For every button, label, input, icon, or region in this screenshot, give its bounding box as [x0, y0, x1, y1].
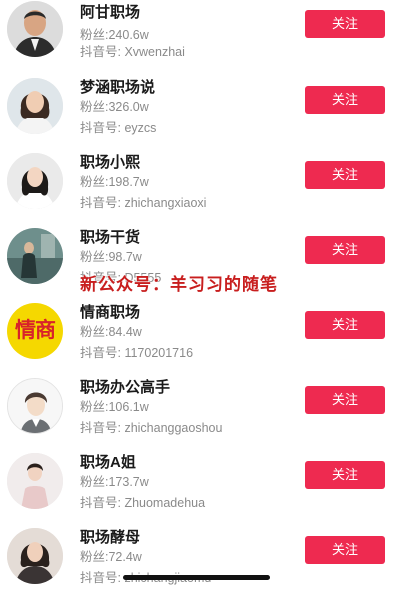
account-name: 梦涵职场说	[80, 79, 156, 96]
account-name: 职场A姐	[80, 454, 136, 471]
fans-count: 粉丝:72.4w	[80, 550, 142, 564]
follow-button[interactable]: 关注	[305, 161, 385, 189]
list-item[interactable]: 职场酵母 粉丝:72.4w 抖音号: zhichangjiaomu 关注	[0, 525, 400, 600]
avatar[interactable]	[7, 528, 63, 584]
douyin-id: 抖音号: Zhuomadehua	[80, 496, 206, 510]
account-name: 职场小熙	[80, 154, 141, 171]
follow-button[interactable]: 关注	[305, 86, 385, 114]
list-item[interactable]: 职场办公高手 粉丝:106.1w 抖音号: zhichanggaoshou 关注	[0, 375, 400, 450]
avatar[interactable]	[7, 153, 63, 209]
avatar[interactable]: 情商	[7, 303, 63, 359]
list-item[interactable]: 职场A姐 粉丝:173.7w 抖音号: Zhuomadehua 关注	[0, 450, 400, 525]
avatar[interactable]	[7, 1, 63, 57]
follow-button[interactable]: 关注	[305, 536, 385, 564]
fans-count: 粉丝:98.7w	[80, 250, 142, 264]
douyin-id: 抖音号: Xvwenzhai	[80, 45, 185, 59]
fans-count: 粉丝:326.0w	[80, 100, 149, 114]
account-name: 情商职场	[80, 304, 141, 321]
follow-button[interactable]: 关注	[305, 461, 385, 489]
follow-button[interactable]: 关注	[305, 10, 385, 38]
account-name: 阿甘职场	[80, 4, 141, 21]
account-name: 职场办公高手	[80, 379, 171, 396]
home-indicator[interactable]	[123, 575, 270, 580]
douyin-id: 抖音号: eyzcs	[80, 121, 157, 135]
list-item[interactable]: 情商 情商职场 粉丝:84.4w 抖音号: 1170201716 关注	[0, 300, 400, 375]
fans-count: 粉丝:173.7w	[80, 475, 149, 489]
avatar[interactable]	[7, 378, 63, 434]
avatar[interactable]	[7, 78, 63, 134]
fans-count: 粉丝:198.7w	[80, 175, 149, 189]
list-item[interactable]: 梦涵职场说 粉丝:326.0w 抖音号: eyzcs 关注	[0, 75, 400, 150]
douyin-id: 抖音号: zhichangxiaoxi	[80, 196, 207, 210]
watermark-text: 新公众号：羊习习的随笔	[80, 275, 278, 294]
avatar[interactable]	[7, 453, 63, 509]
douyin-id: 抖音号: 1170201716	[80, 346, 194, 360]
avatar[interactable]	[7, 228, 63, 284]
list-item[interactable]: 阿甘职场 粉丝:240.6w 抖音号: Xvwenzhai 关注	[0, 0, 400, 75]
fans-count: 粉丝:106.1w	[80, 400, 149, 414]
follow-button[interactable]: 关注	[305, 311, 385, 339]
follow-button[interactable]: 关注	[305, 236, 385, 264]
follow-button[interactable]: 关注	[305, 386, 385, 414]
logo-text: 情商	[15, 319, 56, 342]
douyin-id: 抖音号: zhichanggaoshou	[80, 421, 223, 435]
account-name: 职场酵母	[80, 529, 141, 546]
list-item[interactable]: 职场小熙 粉丝:198.7w 抖音号: zhichangxiaoxi 关注	[0, 150, 400, 225]
fans-count: 粉丝:84.4w	[80, 325, 142, 339]
account-name: 职场干货	[80, 229, 141, 246]
